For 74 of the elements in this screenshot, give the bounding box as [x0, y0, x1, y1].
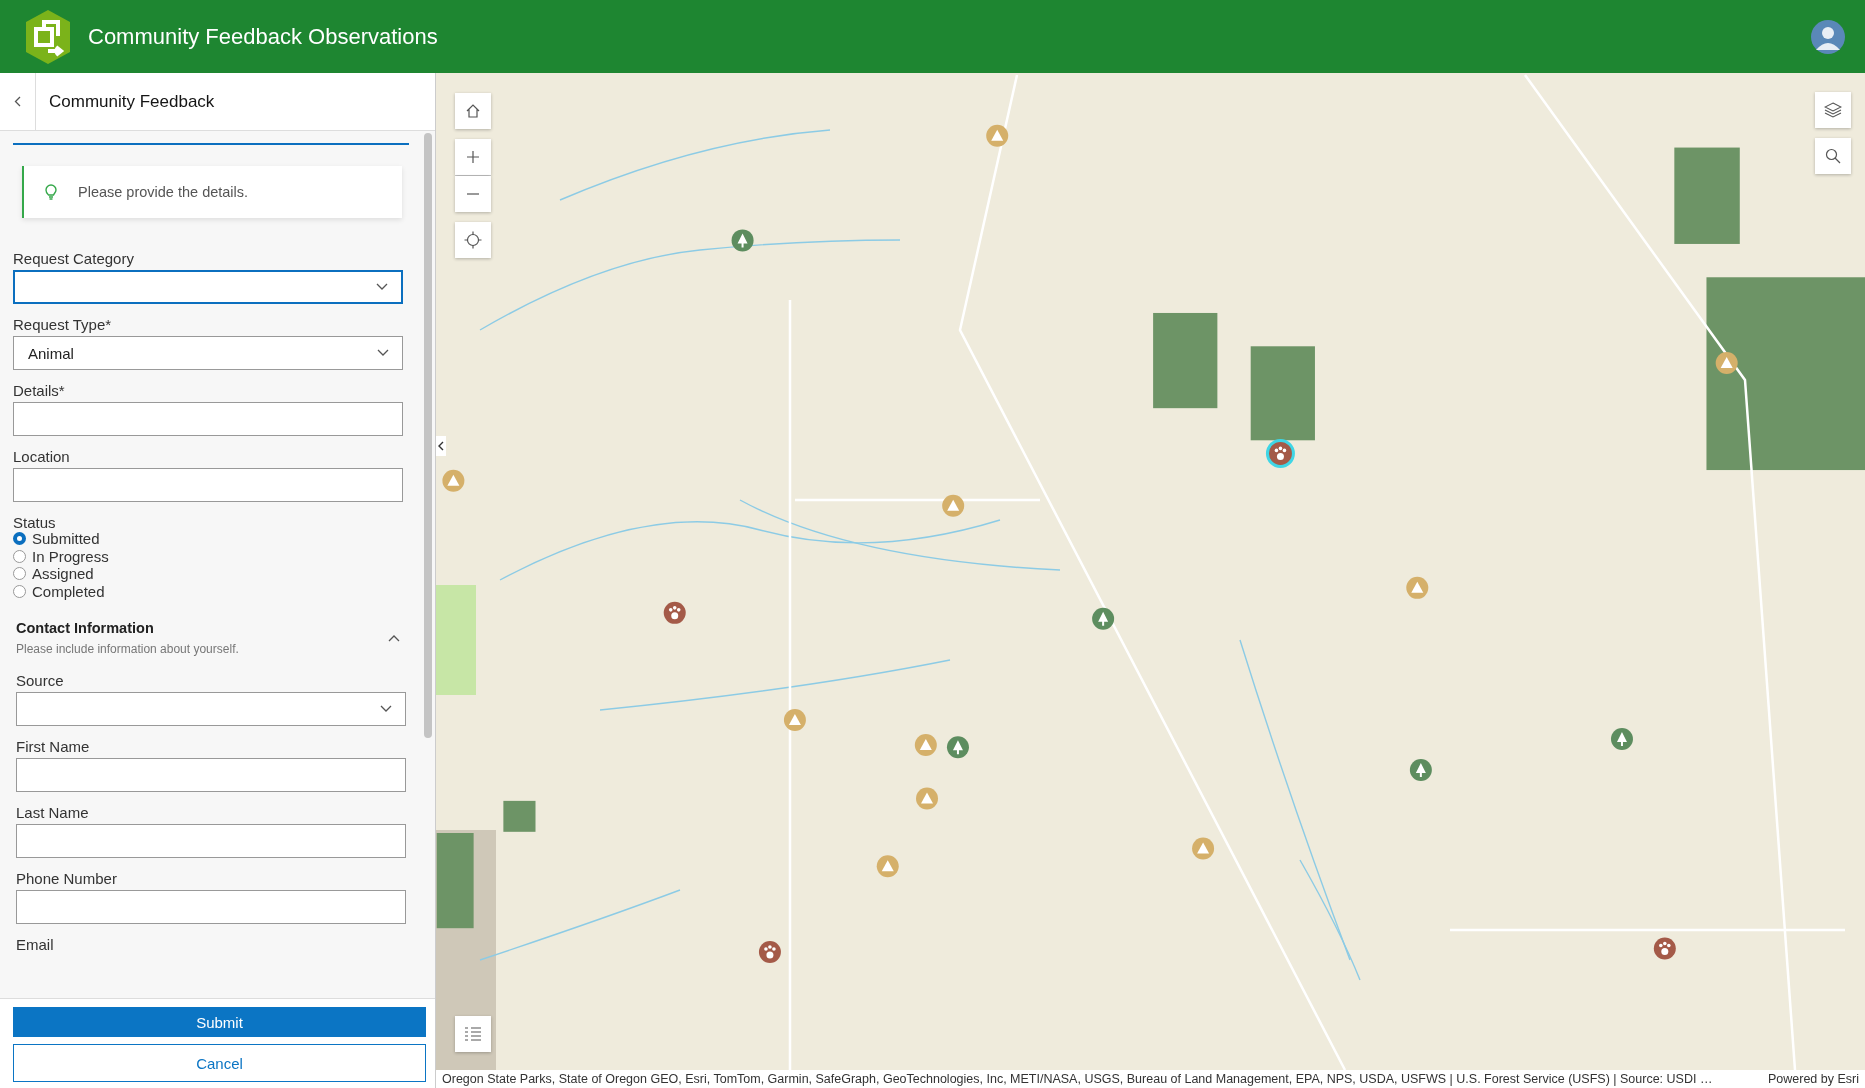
radio-option[interactable]: Completed	[13, 582, 412, 600]
tree-marker-icon[interactable]	[731, 229, 754, 252]
dropdown-field[interactable]	[13, 270, 403, 304]
locate-button[interactable]	[455, 222, 491, 258]
home-button[interactable]	[455, 93, 491, 129]
paw-marker-icon[interactable]	[1653, 937, 1676, 960]
paw-marker-icon[interactable]	[663, 601, 686, 624]
home-icon	[465, 103, 481, 119]
chevron-left-icon	[14, 96, 21, 107]
search-button[interactable]	[1815, 138, 1851, 174]
scrollbar[interactable]	[424, 133, 432, 738]
field-label: Request Type*	[13, 316, 113, 333]
dropdown-field[interactable]: Animal	[13, 336, 403, 370]
tree-marker-icon[interactable]	[1610, 728, 1633, 750]
warning-marker-icon[interactable]	[1715, 351, 1738, 374]
text-field[interactable]	[16, 824, 406, 858]
crosshair-icon	[464, 231, 482, 249]
chevron-down-icon	[380, 705, 392, 713]
text-field[interactable]	[16, 758, 406, 792]
field-label: Location	[13, 448, 71, 465]
avatar-icon[interactable]	[1811, 19, 1845, 54]
legend-button[interactable]	[455, 1016, 491, 1052]
field-label: Email	[16, 936, 55, 953]
chevron-down-icon	[376, 283, 388, 291]
field-label: Request Category	[13, 250, 135, 267]
cancel-button[interactable]: Cancel	[13, 1044, 426, 1082]
field-label: Last Name	[16, 804, 90, 821]
chevron-up-icon	[388, 634, 400, 642]
warning-marker-icon[interactable]	[914, 733, 937, 756]
warning-marker-icon[interactable]	[1192, 837, 1215, 860]
warning-marker-icon[interactable]	[916, 787, 938, 810]
radio-option[interactable]: Assigned	[13, 565, 412, 583]
panel-title: Community Feedback	[48, 90, 215, 113]
warning-marker-icon[interactable]	[783, 708, 806, 731]
attribution-text: Oregon State Parks, State of Oregon GEO, Esri, TomTom, Garmin, SafeGraph, GeoTechnologies, Inc, METI/NASA, USGS, Bureau of Land Management, EPA, NPS, USDA, USFWS | U.S. Forest Service (USFS) | Source: USDI …	[442, 1072, 1714, 1086]
warning-marker-icon[interactable]	[1406, 576, 1429, 599]
radio-option[interactable]: Submitted	[13, 530, 412, 548]
submit-button[interactable]: Submit	[13, 1007, 426, 1037]
selected-paw-marker-icon[interactable]	[1265, 438, 1295, 468]
powered-by-link[interactable]: Powered by Esri	[1768, 1072, 1859, 1086]
warning-marker-icon[interactable]	[986, 124, 1009, 147]
warning-marker-icon[interactable]	[876, 855, 899, 878]
tree-marker-icon[interactable]	[1092, 607, 1115, 630]
field-label: First Name	[16, 738, 91, 755]
minus-icon	[466, 193, 480, 195]
notice-text: Please provide the details.	[78, 184, 249, 200]
chevron-left-icon	[438, 441, 444, 451]
section-header[interactable]: Contact Information Please include information about yourself.	[16, 620, 406, 656]
dropdown-field[interactable]	[16, 692, 406, 726]
field-label: Details*	[13, 382, 66, 399]
text-field[interactable]	[16, 890, 406, 924]
chevron-down-icon	[377, 349, 389, 357]
radio-option[interactable]: In Progress	[13, 547, 412, 565]
paw-marker-icon[interactable]	[758, 941, 781, 963]
field-label: Source	[16, 672, 65, 689]
forest-patch	[503, 800, 536, 832]
plus-icon	[466, 150, 480, 164]
warning-marker-icon[interactable]	[442, 469, 465, 492]
app-logo-icon	[24, 8, 72, 65]
field-label: Status	[13, 514, 57, 531]
tree-marker-icon[interactable]	[1409, 758, 1432, 781]
text-field[interactable]	[13, 402, 403, 436]
tree-marker-icon[interactable]	[946, 736, 969, 759]
layers-icon	[1824, 102, 1842, 118]
search-icon	[1825, 148, 1841, 164]
field-label: Phone Number	[16, 870, 118, 887]
text-field[interactable]	[13, 468, 403, 502]
collapse-panel-button[interactable]	[436, 436, 446, 456]
app-title: Community Feedback Observations	[88, 23, 438, 50]
legend-icon	[464, 1026, 482, 1042]
lightbulb-icon	[45, 183, 57, 201]
zoom-in-button[interactable]	[455, 139, 491, 175]
warning-marker-icon[interactable]	[942, 494, 965, 517]
layers-button[interactable]	[1815, 92, 1851, 128]
